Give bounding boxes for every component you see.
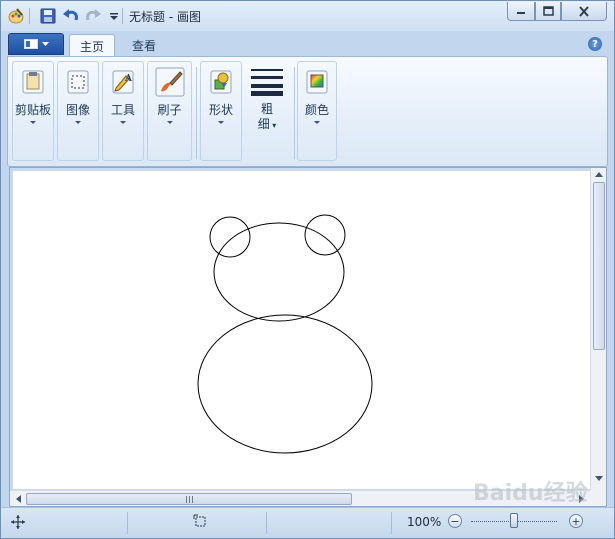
- scroll-down-arrow[interactable]: [591, 470, 607, 486]
- title-bar: 无标题 - 画图: [1, 1, 614, 31]
- application-menu-button[interactable]: [8, 33, 64, 55]
- paint-window: 无标题 - 画图 主页 查看 ? 剪贴板 图像 A 工具 刷子 形状 粗 细 ▾…: [0, 0, 615, 539]
- colors-group: 颜色: [297, 61, 337, 161]
- close-button[interactable]: [561, 2, 607, 21]
- select-icon: [63, 67, 93, 97]
- colors-button[interactable]: 颜色: [298, 62, 336, 160]
- horizontal-scroll-thumb[interactable]: [26, 493, 352, 505]
- minimize-icon: [517, 12, 525, 14]
- app-menu-icon: [23, 39, 38, 49]
- size-label-thick: 粗: [260, 102, 273, 116]
- size-button[interactable]: 粗 细 ▾: [244, 61, 290, 159]
- drawn-left-ear: [209, 216, 251, 258]
- close-icon: [579, 5, 589, 17]
- tools-label: 工具: [110, 103, 135, 117]
- selection-size-icon: [193, 514, 208, 532]
- brush-icon: [155, 67, 185, 97]
- image-button[interactable]: 图像: [58, 62, 98, 160]
- ribbon-home-panel: 剪贴板 图像 A 工具 刷子 形状 粗 细 ▾ 颜色: [7, 56, 608, 167]
- status-divider: [391, 512, 392, 534]
- clipboard-button[interactable]: 剪贴板: [13, 62, 53, 160]
- scroll-left-arrow[interactable]: [10, 491, 26, 507]
- brushes-group: 刷子: [147, 61, 192, 161]
- minimize-button[interactable]: [507, 2, 535, 21]
- chevron-down-icon: [41, 41, 49, 46]
- zoom-out-button[interactable]: −: [448, 514, 462, 528]
- chevron-down-icon: [30, 121, 36, 124]
- grip-icon: [185, 495, 193, 503]
- vertical-scrollbar[interactable]: [590, 168, 606, 490]
- status-bar: 100% − +: [1, 507, 614, 538]
- size-label: 粗 细 ▾: [257, 102, 277, 131]
- brushes-button[interactable]: 刷子: [148, 62, 191, 160]
- colors-label: 颜色: [304, 103, 329, 117]
- shapes-group: 形状: [200, 61, 242, 161]
- undo-icon[interactable]: [62, 7, 80, 25]
- zoom-in-button[interactable]: +: [569, 514, 583, 528]
- chevron-down-icon: [75, 121, 81, 124]
- tools-group: A 工具: [102, 61, 144, 161]
- title-divider: [122, 8, 123, 24]
- watermark: Baidu经验: [473, 481, 588, 506]
- canvas-workspace: [9, 167, 607, 507]
- ribbon-divider: [294, 67, 295, 159]
- zoom-level: 100%: [407, 515, 442, 529]
- clipboard-label: 剪贴板: [14, 103, 51, 117]
- chevron-down-icon: [166, 121, 173, 124]
- scroll-corner: [590, 490, 606, 506]
- chevron-down-icon: [218, 121, 224, 124]
- line-size-icon: [250, 66, 284, 96]
- clipboard-icon: [18, 67, 48, 97]
- color-palette-icon: [302, 67, 332, 97]
- clipboard-group: 剪贴板: [12, 61, 54, 161]
- chevron-down-icon: [314, 121, 320, 124]
- quick-access-divider: [29, 8, 30, 24]
- window-title: 无标题 - 画图: [129, 10, 201, 24]
- zoom-slider-thumb[interactable]: [510, 513, 518, 528]
- tab-view[interactable]: 查看: [122, 34, 166, 57]
- maximize-icon: [542, 6, 554, 16]
- shapes-button[interactable]: 形状: [201, 62, 241, 160]
- ribbon-divider: [196, 67, 197, 159]
- size-label-thin: 细: [257, 117, 270, 131]
- save-icon[interactable]: [39, 7, 57, 25]
- pencil-icon: A: [108, 67, 138, 97]
- customize-dropdown-icon[interactable]: [105, 7, 123, 25]
- redo-icon[interactable]: [84, 7, 102, 25]
- drawn-head: [213, 222, 345, 322]
- paint-app-icon[interactable]: [7, 7, 25, 25]
- vertical-scroll-thumb[interactable]: [593, 182, 605, 350]
- drawn-body: [197, 314, 373, 454]
- status-divider: [266, 512, 267, 534]
- drawing-canvas[interactable]: [13, 171, 591, 489]
- status-divider: [127, 512, 128, 534]
- shapes-label: 形状: [208, 103, 233, 117]
- tools-button[interactable]: A 工具: [103, 62, 143, 160]
- chevron-down-icon: [120, 121, 126, 124]
- help-icon[interactable]: ?: [588, 37, 602, 51]
- drawn-right-ear: [304, 214, 346, 256]
- brushes-label: 刷子: [157, 103, 182, 117]
- ribbon-tab-row: 主页 查看 ?: [1, 31, 614, 57]
- svg-text:A: A: [124, 74, 133, 84]
- tab-home[interactable]: 主页: [69, 34, 116, 57]
- image-label: 图像: [65, 103, 90, 117]
- image-group: 图像: [57, 61, 99, 161]
- cursor-position-icon: [11, 515, 25, 532]
- drawing-strokes: [197, 214, 373, 454]
- maximize-button[interactable]: [535, 2, 561, 21]
- shapes-icon: [206, 67, 236, 97]
- scroll-up-arrow[interactable]: [591, 166, 607, 182]
